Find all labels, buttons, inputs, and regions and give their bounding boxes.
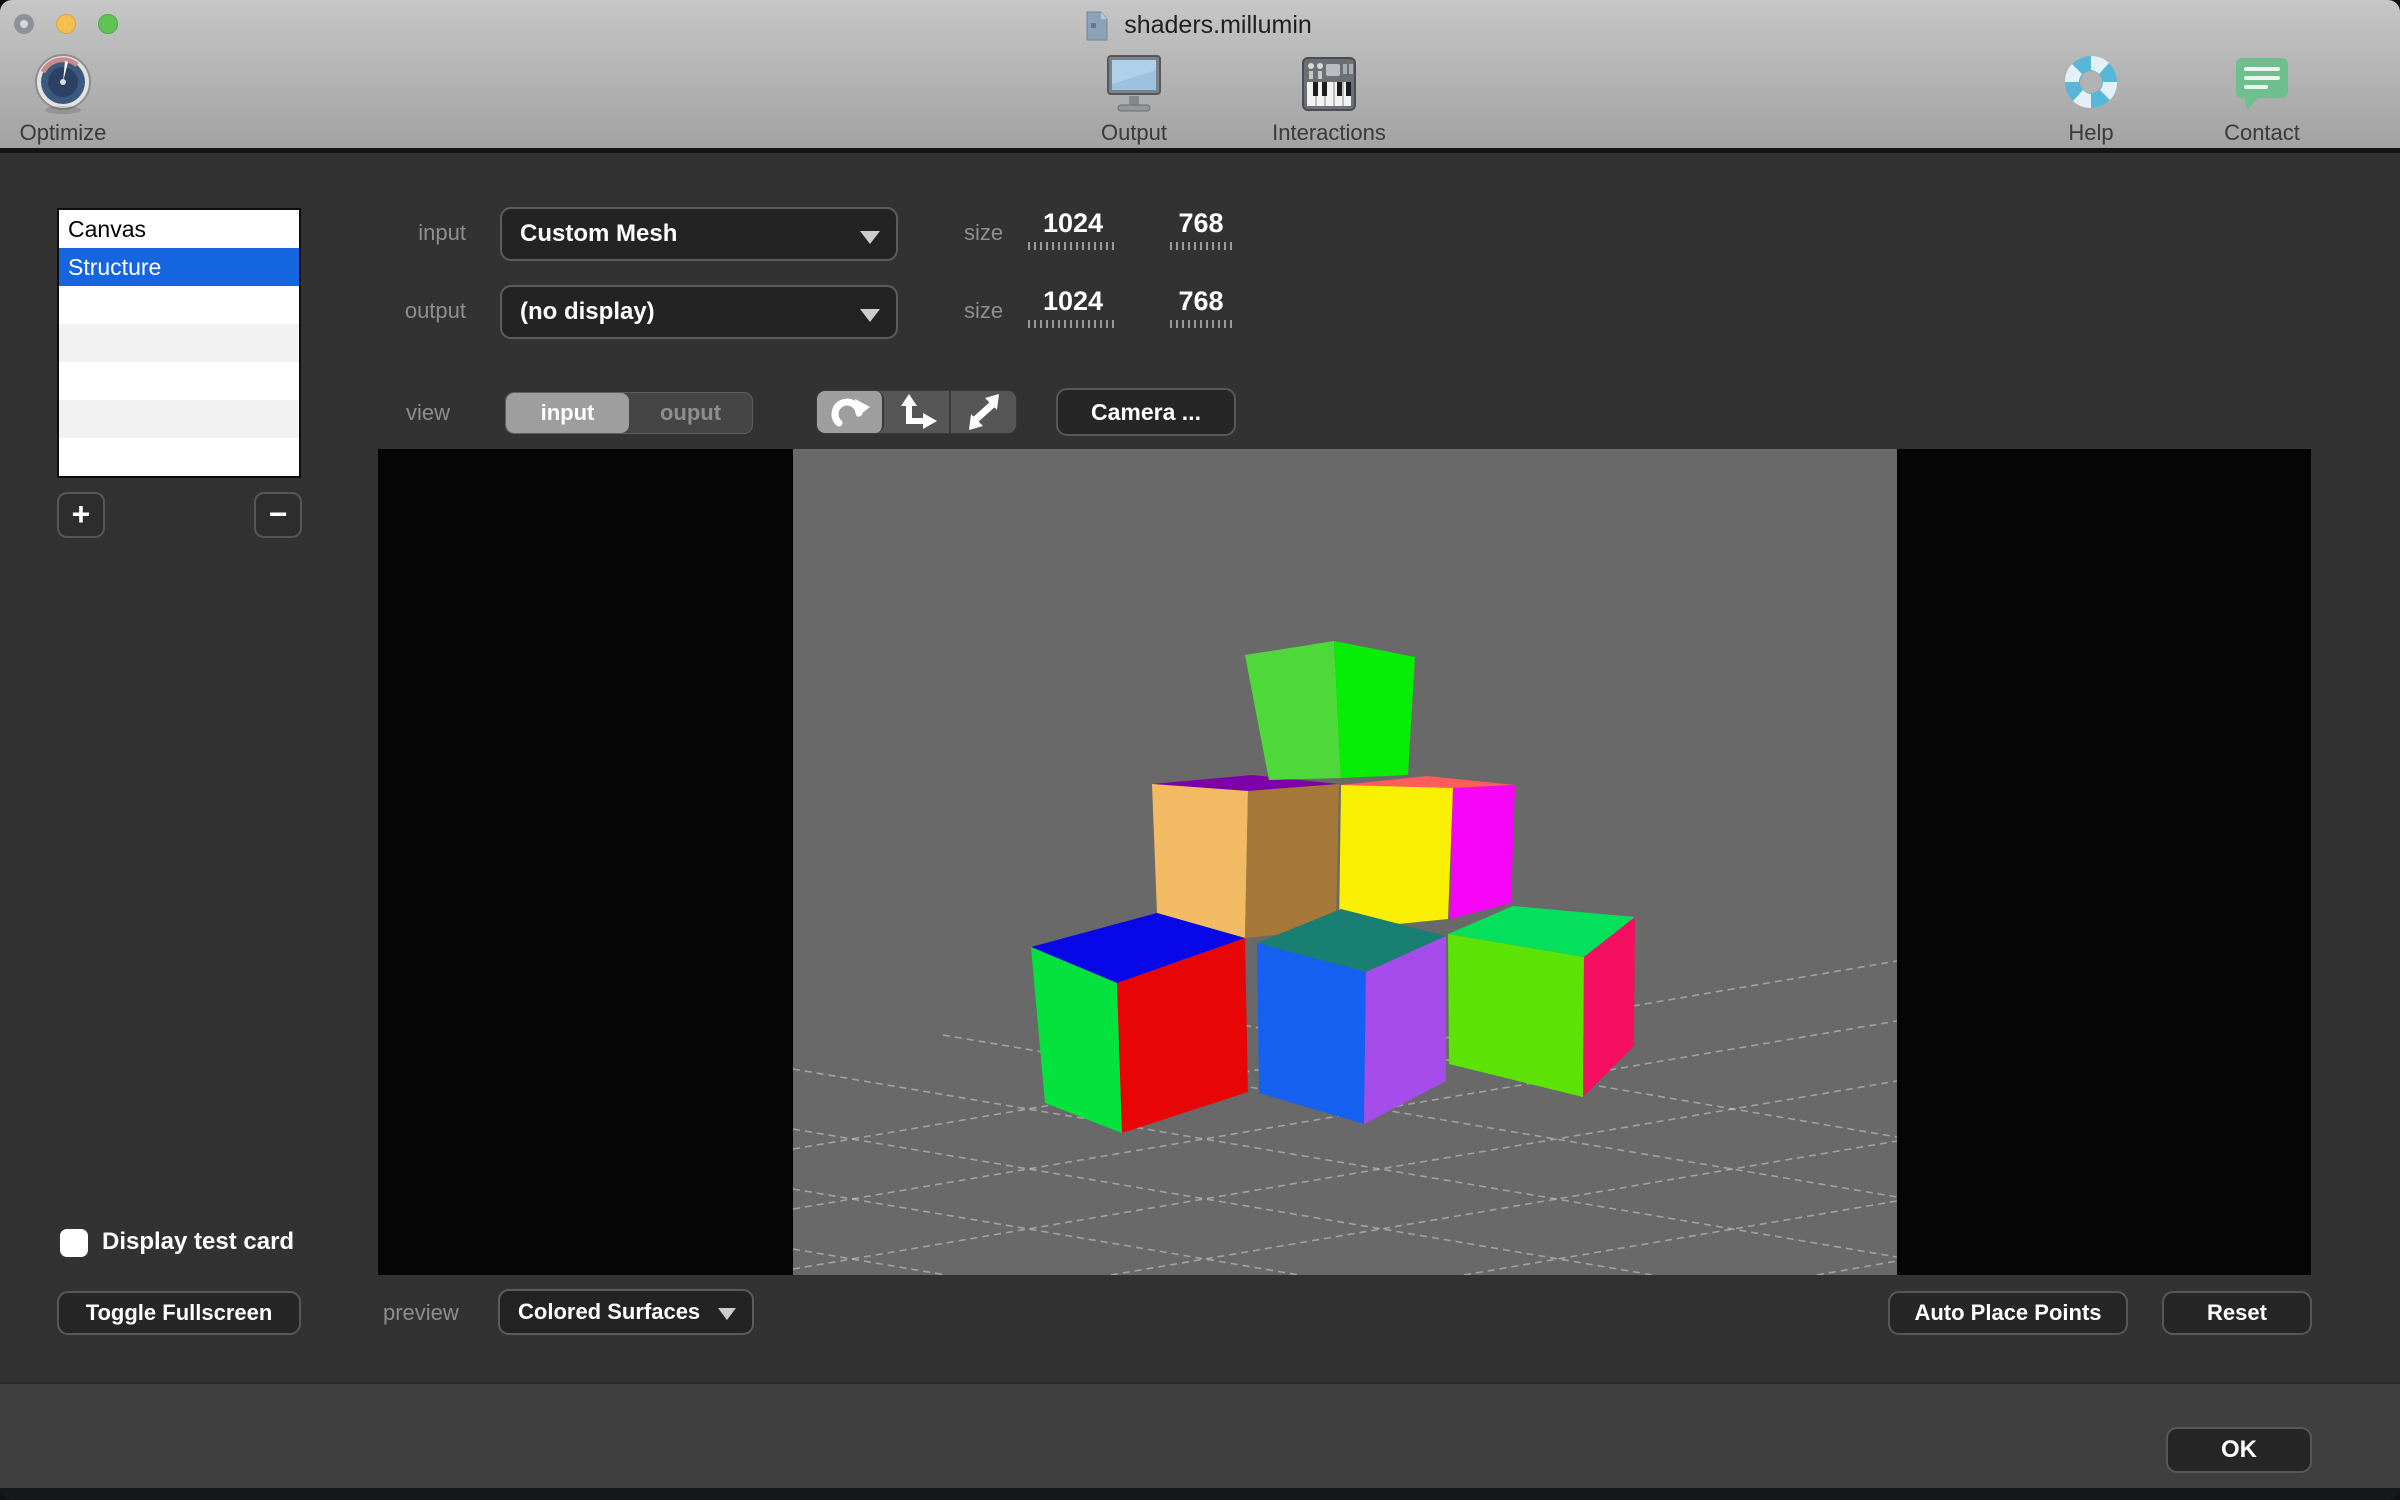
add-layer-button[interactable]: + [57,492,105,538]
view-mode-segmented-control: input ouput [505,392,753,434]
output-width-value: 1024 [1042,286,1104,316]
toolbar-contact-label: Contact [2224,120,2300,145]
preview-mode-dropdown[interactable]: Colored Surfaces [498,1289,754,1335]
layers-list: Canvas Structure [57,208,301,478]
cube-face [1448,934,1584,1097]
speech-bubble-icon [2236,58,2288,110]
output-label: output [404,298,466,323]
toolbar-optimize-label: Optimize [19,120,107,145]
list-item-empty[interactable] [59,400,299,438]
input-width-field[interactable]: 1024 [1028,208,1118,250]
toolbar-output-label: Output [1100,120,1168,145]
chevron-down-icon [718,1308,736,1320]
transform-segmented-control [816,390,1017,434]
toolbar-interactions-label: Interactions [1272,120,1386,145]
preview-mode-value: Colored Surfaces [518,1299,701,1324]
tab-view-output[interactable]: ouput [629,393,752,433]
list-item-empty[interactable] [59,324,299,362]
render-viewport[interactable] [792,449,1898,1276]
output-size-label: size [964,298,1004,323]
structure-3d-scene [792,641,1898,1276]
output-width-field[interactable]: 1024 [1028,286,1118,328]
toolbar-contact-button[interactable]: Contact [2192,52,2332,146]
cube-face [1245,641,1341,780]
width-scrubber[interactable] [1028,242,1118,250]
input-label: input [418,220,466,245]
auto-place-points-button[interactable]: Auto Place Points [1888,1291,2128,1335]
chevron-down-icon [860,309,880,322]
output-display-value: (no display) [520,298,655,325]
cube-face [1334,641,1415,778]
chevron-down-icon [860,231,880,244]
camera-button[interactable]: Camera ... [1056,388,1236,436]
tab-view-input[interactable]: input [506,393,629,433]
window-title: shaders.millumin [1124,11,1312,39]
output-height-field[interactable]: 768 [1170,286,1232,328]
list-item-canvas[interactable]: Canvas [59,210,299,248]
titlebar-and-toolbar: shaders.millumin Optimize Output Interac… [0,0,2400,153]
cube-face [1257,943,1366,1124]
cube-face [1245,784,1339,938]
app-window: shaders.millumin Optimize Output Interac… [0,0,2400,1500]
display-test-card-label: Display test card [102,1228,295,1255]
cube-face [1339,785,1453,930]
preview-letterbox [378,449,2311,1276]
preview-label: preview [383,1300,459,1325]
toolbar-interactions-button[interactable]: Interactions [1239,52,1419,146]
display-icon [1107,55,1161,112]
display-test-card-checkbox[interactable] [60,1229,88,1257]
input-height-value: 768 [1178,208,1224,238]
output-height-value: 768 [1178,286,1224,316]
translate-icon [900,394,937,429]
cube-face [1152,784,1248,938]
rotate-icon [831,398,870,427]
list-item-empty[interactable] [59,286,299,324]
height-scrubber[interactable] [1170,320,1232,328]
window-bottom-edge [0,1488,2400,1500]
reset-button[interactable]: Reset [2162,1291,2312,1335]
translate-tool-button[interactable] [884,391,951,433]
list-item-structure[interactable]: Structure [59,248,299,286]
remove-layer-button[interactable]: − [254,492,302,538]
input-type-value: Custom Mesh [520,220,678,247]
height-scrubber[interactable] [1170,242,1232,250]
width-scrubber[interactable] [1028,320,1118,328]
list-item-empty[interactable] [59,362,299,400]
midi-keyboard-icon [1302,57,1356,111]
document-icon [1086,11,1108,41]
ok-button[interactable]: OK [2166,1427,2312,1473]
view-label: view [406,400,451,425]
list-item-empty[interactable] [59,438,299,476]
input-size-label: size [964,220,1004,245]
cube-face [1450,785,1515,919]
toggle-fullscreen-button[interactable]: Toggle Fullscreen [57,1291,301,1335]
rotate-tool-button[interactable] [817,391,884,433]
output-display-dropdown[interactable]: (no display) [500,285,898,339]
scale-tool-button[interactable] [951,391,1016,433]
toolbar-help-button[interactable]: Help [2031,52,2151,146]
footer-bar: OK [0,1382,2400,1488]
lifebuoy-icon [2064,55,2118,109]
gauge-icon [35,54,91,114]
scale-icon [968,394,999,430]
toolbar-optimize-button[interactable]: Optimize [8,52,118,146]
titlebar: shaders.millumin [0,8,2400,44]
toolbar-help-label: Help [2068,120,2114,145]
input-type-dropdown[interactable]: Custom Mesh [500,207,898,261]
input-height-field[interactable]: 768 [1170,208,1232,250]
toolbar-output-button[interactable]: Output [1064,52,1204,146]
input-width-value: 1024 [1042,208,1104,238]
